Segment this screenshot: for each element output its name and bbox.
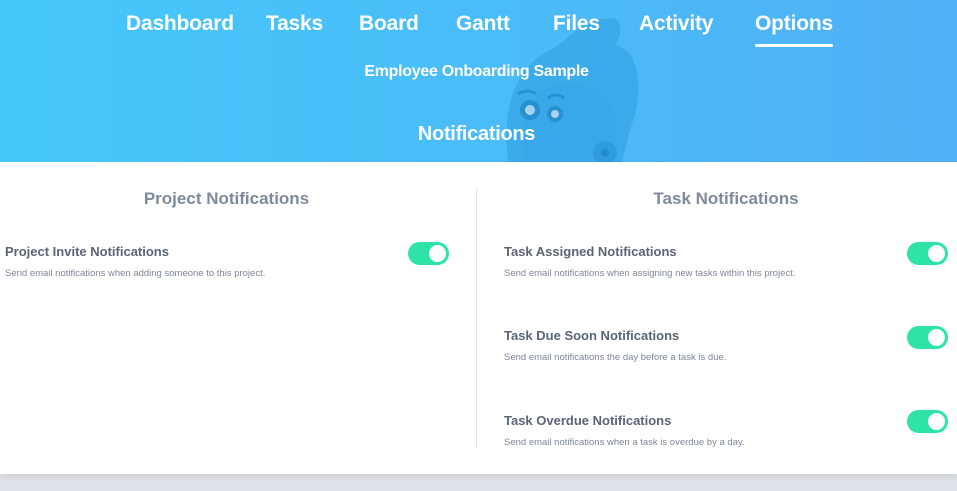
header-banner: Dashboard Tasks Board Gantt Files Activi… — [0, 0, 957, 162]
task-overdue-toggle[interactable] — [907, 410, 948, 433]
nav-gantt[interactable]: Gantt — [456, 12, 510, 36]
page-title: Notifications — [417, 123, 536, 145]
nav-options[interactable]: Options — [755, 12, 833, 47]
setting-label: Task Overdue Notifications — [504, 413, 672, 428]
toggle-knob — [429, 245, 446, 262]
notifications-panel: Project Notifications Project Invite Not… — [0, 162, 957, 474]
nav-activity[interactable]: Activity — [639, 12, 713, 36]
nav-files[interactable]: Files — [553, 12, 600, 36]
toggle-knob — [928, 413, 945, 430]
setting-label: Task Assigned Notifications — [504, 244, 677, 259]
project-name: Employee Onboarding Sample — [364, 63, 589, 80]
nav-tasks[interactable]: Tasks — [266, 12, 323, 36]
setting-label: Task Due Soon Notifications — [504, 328, 680, 343]
setting-description: Send email notifications the day before … — [504, 352, 727, 363]
task-due-soon-toggle[interactable] — [907, 326, 948, 349]
column-divider — [476, 189, 477, 447]
setting-description: Send email notifications when a task is … — [504, 437, 745, 448]
task-assigned-toggle[interactable] — [907, 242, 948, 265]
toggle-knob — [928, 245, 945, 262]
setting-description: Send email notifications when assigning … — [504, 268, 796, 279]
project-invite-toggle[interactable] — [408, 242, 449, 265]
main-nav: Dashboard Tasks Board Gantt Files Activi… — [0, 12, 957, 52]
task-notifications-heading: Task Notifications — [653, 189, 799, 208]
project-notifications-heading: Project Notifications — [143, 189, 310, 208]
nav-board[interactable]: Board — [359, 12, 419, 36]
nav-dashboard[interactable]: Dashboard — [126, 12, 234, 36]
setting-label: Project Invite Notifications — [5, 244, 169, 259]
setting-description: Send email notifications when adding som… — [5, 268, 266, 279]
toggle-knob — [928, 329, 945, 346]
